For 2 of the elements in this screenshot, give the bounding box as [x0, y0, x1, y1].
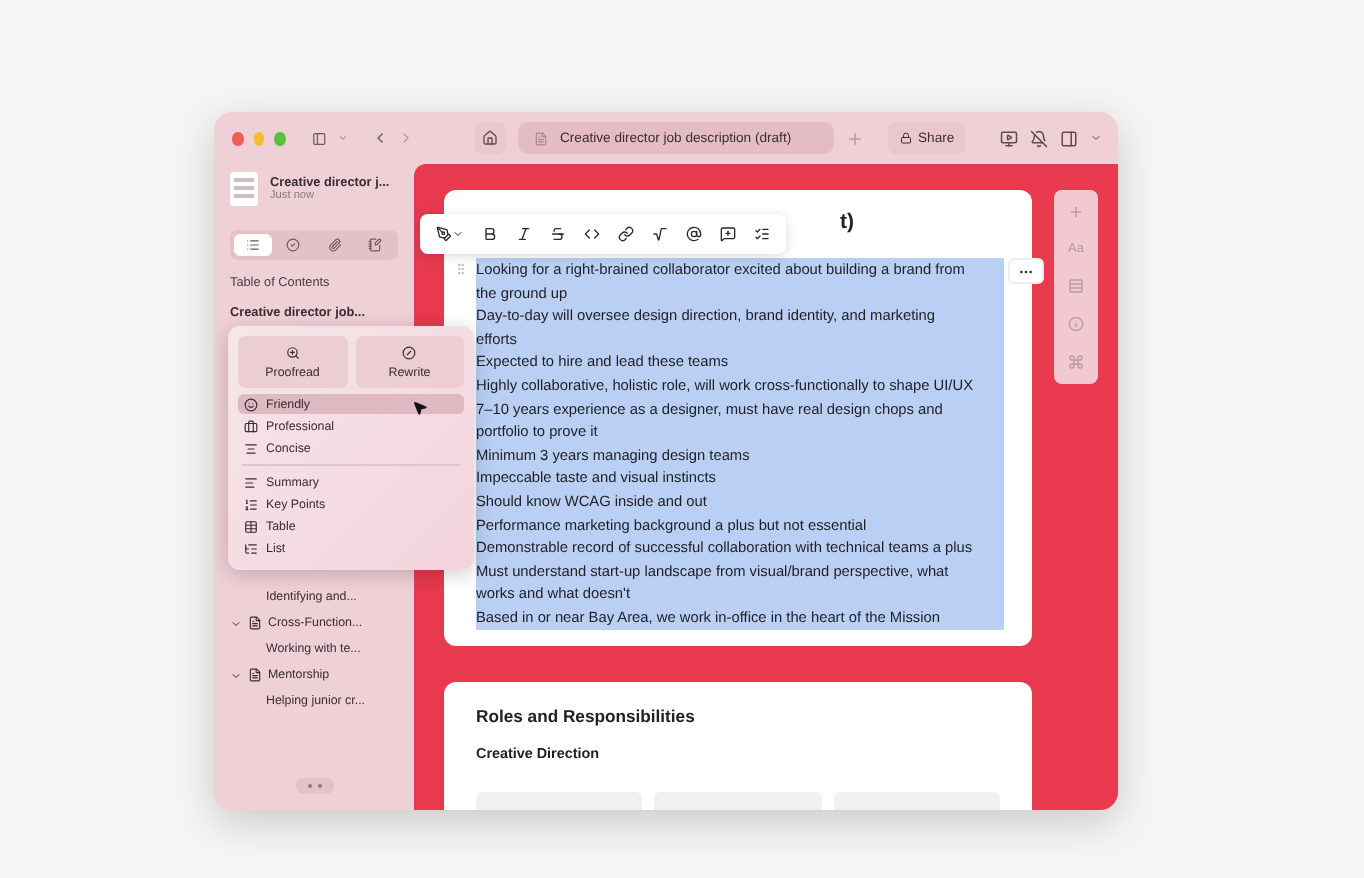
- section-title: Roles and Responsibilities: [476, 705, 697, 725]
- document-heading: t): [840, 210, 854, 234]
